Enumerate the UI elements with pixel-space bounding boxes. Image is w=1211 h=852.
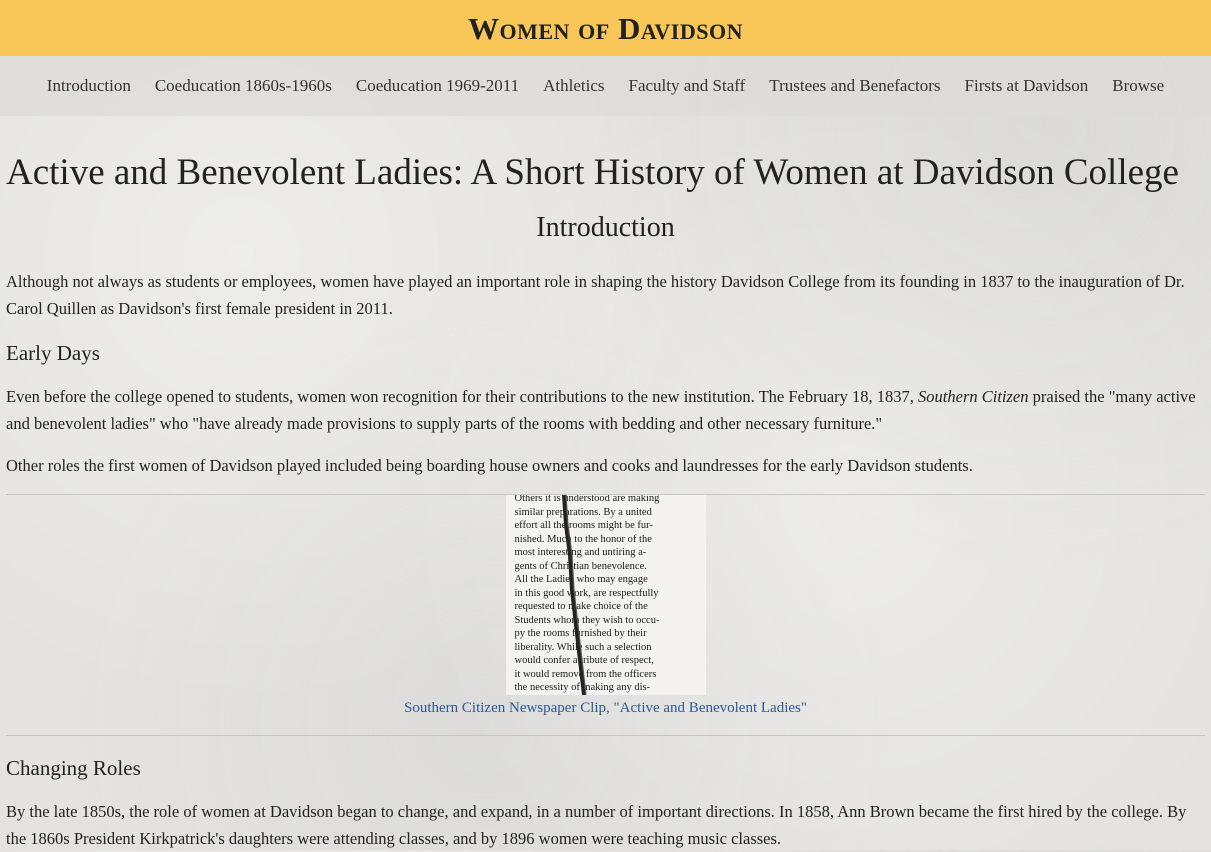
figure-caption-link[interactable]: Southern Citizen Newspaper Clip, "Active… xyxy=(404,699,807,717)
nav-item-coeducation-1969-2011[interactable]: Coeducation 1969-2011 xyxy=(344,76,531,96)
site-header: Women of Davidson xyxy=(0,0,1211,56)
early-days-text-before: Even before the college opened to studen… xyxy=(6,387,919,406)
main-nav: Introduction Coeducation 1860s-1960s Coe… xyxy=(0,56,1211,116)
nav-item-coeducation-1860s-1960s[interactable]: Coeducation 1860s-1960s xyxy=(143,76,344,96)
nav-item-firsts-at-davidson[interactable]: Firsts at Davidson xyxy=(953,76,1101,96)
intro-paragraph: Although not always as students or emplo… xyxy=(6,272,1185,318)
early-days-paragraph-2: Other roles the first women of Davidson … xyxy=(6,456,973,475)
page-title: Active and Benevolent Ladies: A Short Hi… xyxy=(6,152,1179,193)
nav-item-browse[interactable]: Browse xyxy=(1100,76,1176,96)
section-heading-introduction: Introduction xyxy=(536,212,675,243)
newspaper-title: Southern Citizen xyxy=(918,387,1029,406)
nav-item-athletics[interactable]: Athletics xyxy=(531,76,616,96)
changing-roles-heading: Changing Roles xyxy=(6,756,141,780)
early-days-paragraph-1: Even before the college opened to studen… xyxy=(6,383,1205,437)
early-days-heading: Early Days xyxy=(6,341,100,365)
nav-item-introduction[interactable]: Introduction xyxy=(35,76,143,96)
main-content: Active and Benevolent Ladies: A Short Hi… xyxy=(0,151,1211,852)
divider xyxy=(6,735,1205,736)
newspaper-figure: Others it is understood are making simila… xyxy=(6,495,1205,717)
newspaper-clip-image[interactable]: Others it is understood are making simila… xyxy=(505,495,706,695)
site-title[interactable]: Women of Davidson xyxy=(468,13,743,44)
nav-item-trustees-and-benefactors[interactable]: Trustees and Benefactors xyxy=(757,76,952,96)
nav-item-faculty-and-staff[interactable]: Faculty and Staff xyxy=(617,76,758,96)
clip-fold-crease xyxy=(561,495,587,695)
changing-roles-paragraph: By the late 1850s, the role of women at … xyxy=(6,802,1187,848)
